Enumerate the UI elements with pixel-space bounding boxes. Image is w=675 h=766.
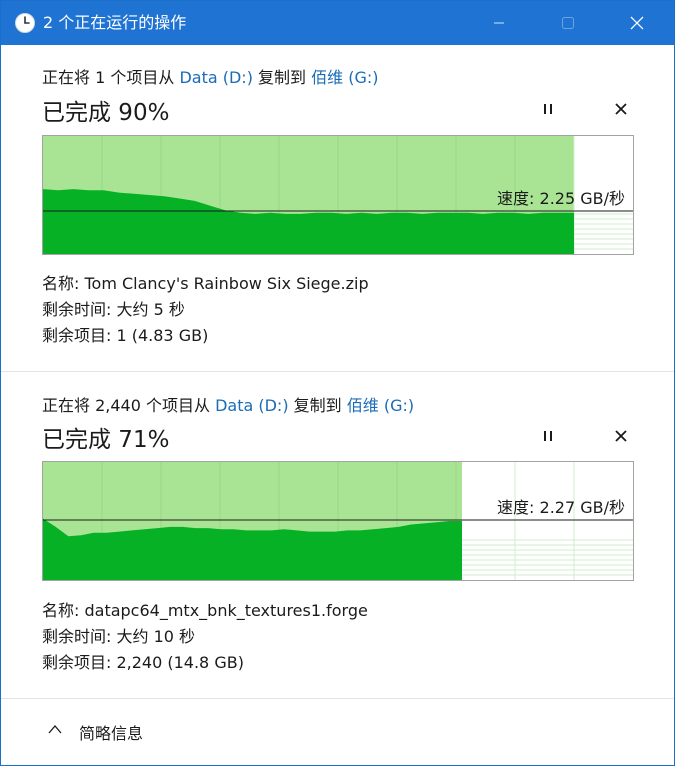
pause-icon <box>544 431 552 441</box>
cancel-icon <box>615 103 627 115</box>
less-details-label: 简略信息 <box>79 724 144 743</box>
cancel-button[interactable] <box>609 97 633 121</box>
clock-icon <box>15 13 35 33</box>
close-icon <box>630 16 644 30</box>
source-link[interactable]: Data (D:) <box>215 396 288 415</box>
minimize-button[interactable] <box>476 1 522 45</box>
pause-button[interactable] <box>536 424 560 448</box>
footer: 简略信息 <box>1 699 674 765</box>
destination-link[interactable]: 佰维 (G:) <box>347 396 414 415</box>
minimize-icon <box>494 22 504 24</box>
title-bar[interactable]: 2 个正在运行的操作 <box>1 1 674 45</box>
copy-dialog-window: 2 个正在运行的操作 正在将 1 个项目从 Data (D:) 复制到 佰维 (… <box>0 0 675 766</box>
maximize-button[interactable] <box>545 1 591 45</box>
window-title: 2 个正在运行的操作 <box>43 13 187 32</box>
copy-prefix: 正在将 1 个项目从 <box>42 68 180 87</box>
copy-prefix: 正在将 2,440 个项目从 <box>42 396 216 415</box>
pause-icon <box>544 104 552 114</box>
items-remaining: 剩余项目: 2,240 (14.8 GB) <box>42 653 244 672</box>
time-remaining: 剩余时间: 大约 10 秒 <box>42 627 196 646</box>
speed-graph: 速度: 2.25 GB/秒 <box>42 135 634 255</box>
items-remaining: 剩余项目: 1 (4.83 GB) <box>42 326 209 345</box>
copy-middle: 复制到 <box>288 396 347 415</box>
speed-label: 速度: 2.25 GB/秒 <box>497 189 625 208</box>
destination-link[interactable]: 佰维 (G:) <box>311 68 378 87</box>
copy-middle: 复制到 <box>252 68 312 87</box>
speed-graph: 速度: 2.27 GB/秒 <box>42 461 634 581</box>
chevron-up-icon <box>48 725 62 734</box>
copy-description: 正在将 1 个项目从 Data (D:) 复制到 佰维 (G:) <box>42 64 379 88</box>
file-name: 名称: datapc64_mtx_bnk_textures1.forge <box>42 601 368 620</box>
percent-complete: 已完成 71% <box>42 427 170 453</box>
copy-operation: 正在将 1 个项目从 Data (D:) 复制到 佰维 (G:) 已完成 90%… <box>1 45 674 371</box>
pause-button[interactable] <box>536 97 560 121</box>
cancel-button[interactable] <box>609 424 633 448</box>
close-window-button[interactable] <box>614 1 660 45</box>
copy-description: 正在将 2,440 个项目从 Data (D:) 复制到 佰维 (G:) <box>42 392 414 416</box>
source-link[interactable]: Data (D:) <box>179 68 252 87</box>
time-remaining: 剩余时间: 大约 5 秒 <box>42 300 185 319</box>
file-name: 名称: Tom Clancy's Rainbow Six Siege.zip <box>42 274 369 293</box>
percent-complete: 已完成 90% <box>42 100 170 126</box>
maximize-icon <box>562 17 574 29</box>
cancel-icon <box>615 430 627 442</box>
copy-operation: 正在将 2,440 个项目从 Data (D:) 复制到 佰维 (G:) 已完成… <box>1 372 674 698</box>
speed-label: 速度: 2.27 GB/秒 <box>497 498 625 517</box>
speed-graph-canvas <box>43 462 633 580</box>
